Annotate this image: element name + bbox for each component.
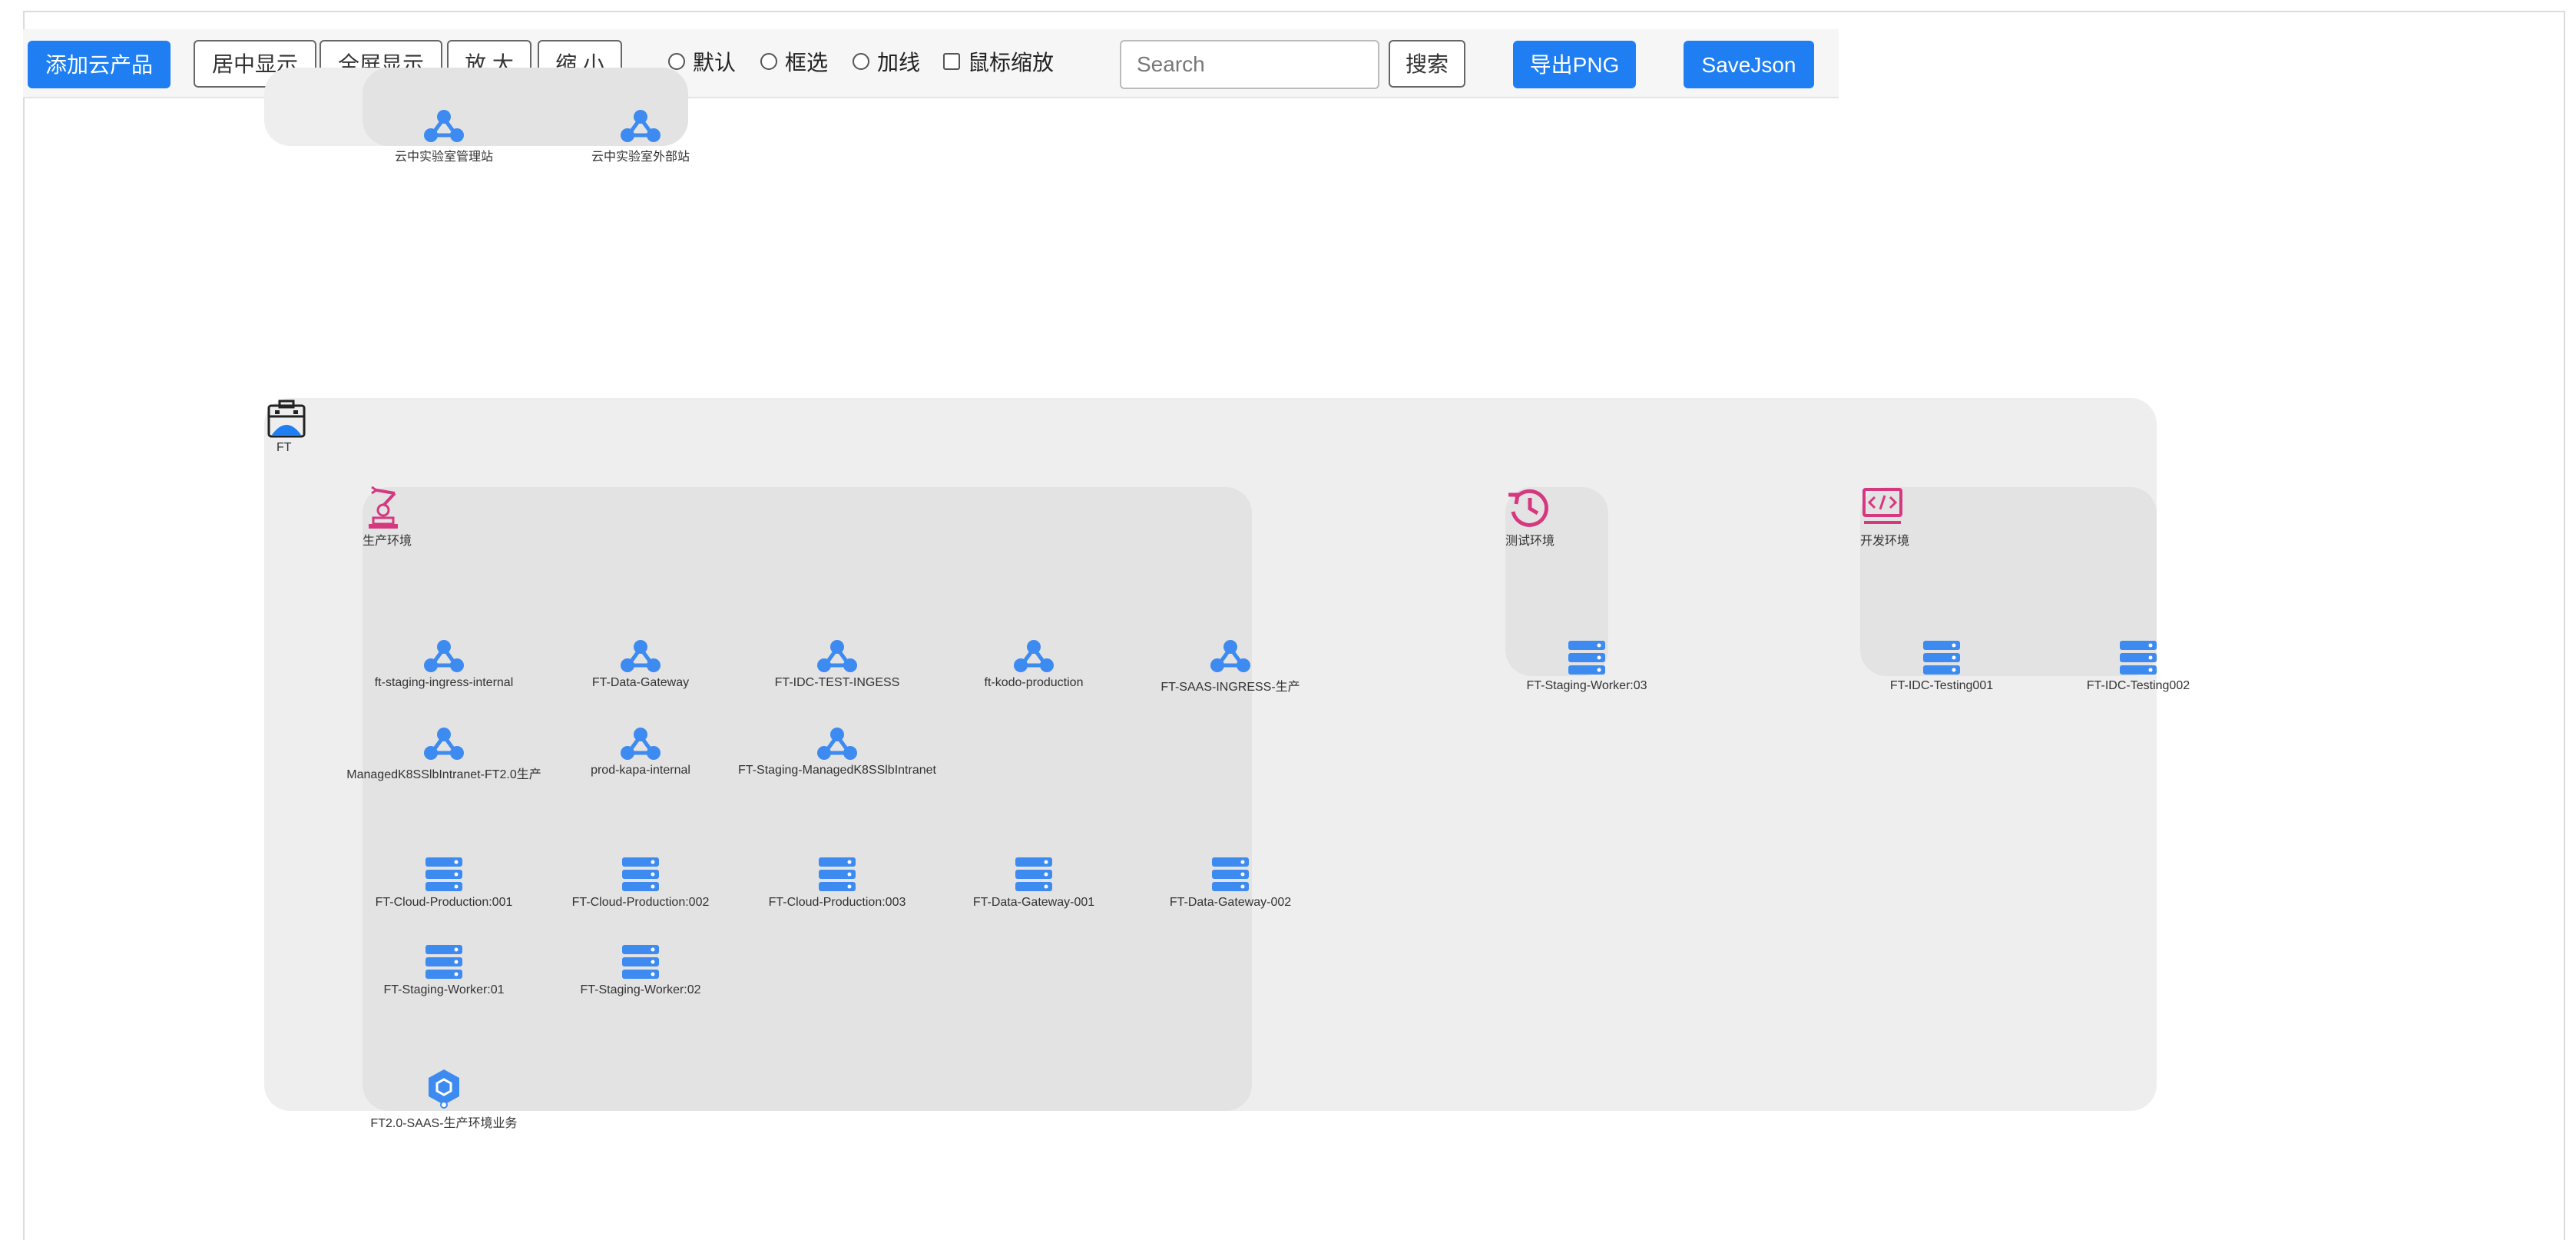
server-icon: [622, 945, 659, 979]
history-icon: [1508, 489, 1548, 527]
robot-arm-icon: [369, 486, 398, 529]
mode-default-label: 默认: [693, 51, 737, 75]
add-cloud-product-button[interactable]: 添加云产品: [28, 41, 171, 88]
server-icon: [1568, 641, 1605, 675]
code-icon: [1862, 488, 1902, 524]
network-icon: [424, 640, 464, 672]
radio-circle: [668, 53, 685, 70]
mode-addline-label: 加线: [877, 51, 921, 75]
node-label: 云中实验室外部站: [591, 151, 690, 164]
group-ft-label: FT: [276, 441, 292, 454]
server-icon: [622, 857, 659, 891]
search-button[interactable]: 搜索: [1389, 40, 1465, 88]
node-label: FT-Staging-Worker:02: [580, 983, 701, 996]
service-hexagon-icon: [429, 1069, 459, 1109]
network-icon: [1014, 640, 1054, 672]
building-icon: [267, 400, 306, 438]
mouse-zoom-label: 鼠标缩放: [968, 51, 1055, 75]
network-node[interactable]: 云中实验室外部站: [510, 109, 771, 164]
network-icon: [424, 110, 464, 142]
server-node[interactable]: FT-Data-Gateway-002: [1100, 856, 1361, 910]
server-node[interactable]: FT-Staging-Worker:02: [510, 943, 771, 997]
topology-canvas[interactable]: 云中实验室管理站 云中实验室外部站 FT 生产环境 测试环境 开发环境 ft-s…: [25, 68, 2564, 1231]
group-test-label: 测试环境: [1505, 535, 1555, 548]
network-icon: [621, 640, 661, 672]
server-icon: [425, 857, 462, 891]
radio-circle: [760, 53, 777, 70]
network-icon: [1210, 640, 1250, 672]
search-input[interactable]: [1120, 40, 1379, 89]
server-icon: [1923, 641, 1960, 675]
mode-select-radio[interactable]: 框选: [760, 46, 828, 77]
export-png-button[interactable]: 导出PNG: [1513, 41, 1636, 88]
network-node[interactable]: FT-SAAS-INGRESS-生产: [1100, 639, 1361, 695]
radio-circle: [853, 53, 869, 70]
network-icon: [424, 728, 464, 760]
server-icon: [1212, 857, 1249, 891]
server-icon: [2120, 641, 2157, 675]
mouse-zoom-checkbox[interactable]: 鼠标缩放: [943, 46, 1054, 77]
node-label: FT2.0-SAAS-生产环境业务: [370, 1117, 518, 1130]
server-icon: [425, 945, 462, 979]
network-icon: [817, 640, 857, 672]
server-node[interactable]: FT-Staging-Worker:03: [1456, 639, 1717, 693]
group-production-label: 生产环境: [363, 535, 412, 548]
node-label: FT-Data-Gateway-002: [1169, 896, 1292, 909]
server-icon: [1015, 857, 1052, 891]
mode-default-radio[interactable]: 默认: [668, 46, 736, 77]
network-icon: [621, 110, 661, 142]
save-json-button[interactable]: SaveJson: [1684, 41, 1814, 88]
network-icon: [817, 728, 857, 760]
network-icon: [621, 728, 661, 760]
group-dev-label: 开发环境: [1860, 535, 1910, 548]
service-node[interactable]: FT2.0-SAAS-生产环境业务: [313, 1068, 574, 1131]
mode-addline-radio[interactable]: 加线: [853, 46, 920, 77]
mode-select-label: 框选: [785, 51, 829, 75]
node-label: FT-Staging-Worker:03: [1526, 679, 1647, 692]
checkbox-box: [943, 53, 960, 70]
node-label: FT-SAAS-INGRESS-生产: [1161, 681, 1300, 694]
node-label: FT-Staging-ManagedK8SSlbIntranet: [738, 764, 936, 777]
server-node[interactable]: FT-IDC-Testing002: [2008, 639, 2269, 693]
network-node[interactable]: FT-Staging-ManagedK8SSlbIntranet: [707, 727, 968, 777]
node-label: FT-IDC-Testing002: [2086, 679, 2190, 692]
server-icon: [819, 857, 856, 891]
group-production[interactable]: [363, 487, 1252, 1111]
